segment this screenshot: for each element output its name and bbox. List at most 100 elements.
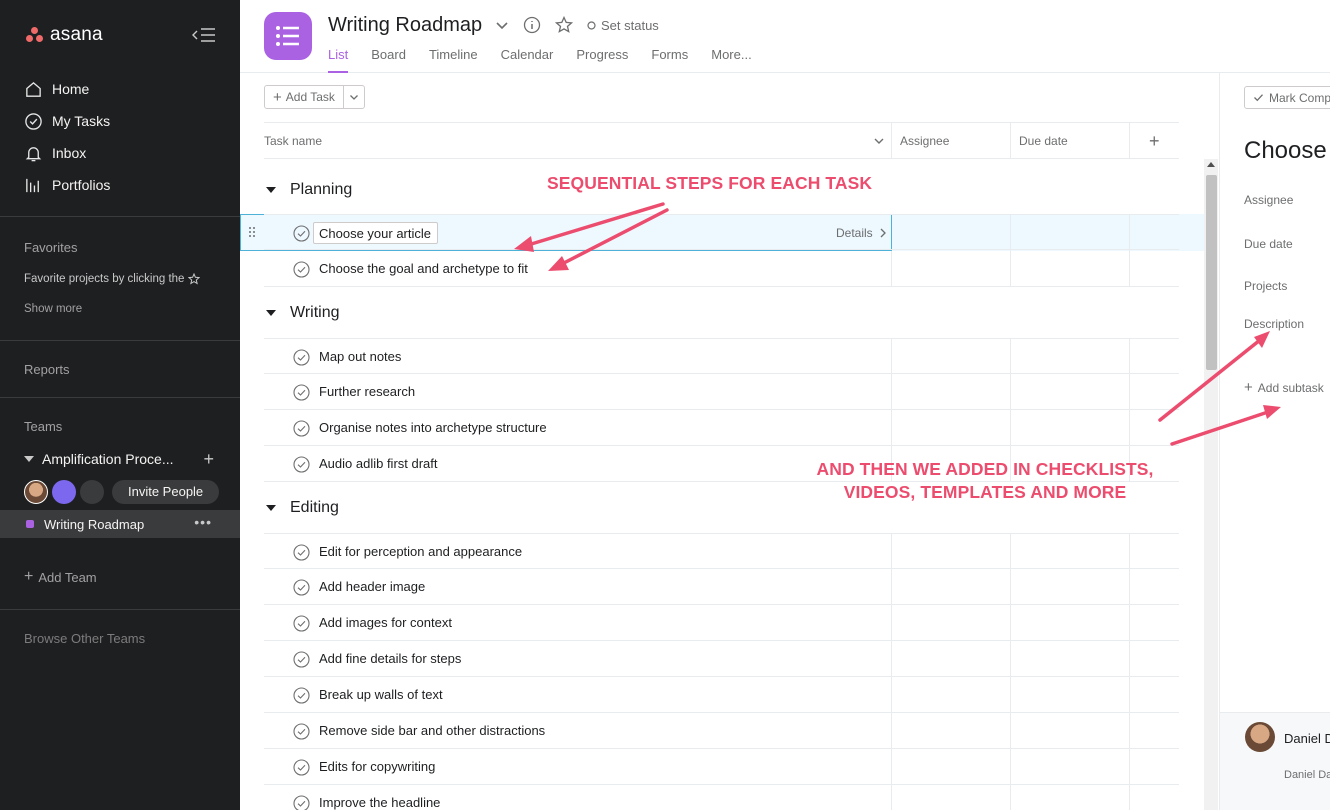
set-status-label: Set status <box>601 17 659 33</box>
sidebar-item-reports[interactable]: Reports <box>24 362 70 377</box>
complete-check-icon[interactable] <box>293 225 310 242</box>
asana-logo-icon <box>26 27 44 43</box>
set-status-button[interactable]: Set status <box>587 18 659 33</box>
add-task-dropdown[interactable] <box>344 86 364 108</box>
more-options-icon[interactable]: ••• <box>194 514 212 530</box>
task-name[interactable]: Add images for context <box>319 615 452 630</box>
tab-more[interactable]: More... <box>711 47 751 73</box>
tab-timeline[interactable]: Timeline <box>429 47 478 73</box>
task-name[interactable]: Map out notes <box>319 349 401 364</box>
sidebar-item-label: My Tasks <box>52 113 111 129</box>
scroll-up-icon[interactable] <box>1207 162 1215 167</box>
complete-check-icon[interactable] <box>293 349 310 366</box>
collapse-sidebar-icon[interactable] <box>191 26 217 44</box>
tab-calendar[interactable]: Calendar <box>501 47 554 73</box>
table-row[interactable]: Break up walls of text <box>264 677 1179 713</box>
task-name[interactable]: Edit for perception and appearance <box>319 544 522 559</box>
tab-progress[interactable]: Progress <box>576 47 628 73</box>
complete-check-icon[interactable] <box>293 651 310 668</box>
table-row[interactable]: Map out notes <box>264 338 1179 374</box>
section-header[interactable]: Planning <box>266 181 352 199</box>
table-row[interactable]: Choose the goal and archetype to fit <box>264 251 1179 287</box>
section-header[interactable]: Editing <box>266 499 339 517</box>
due-date-label: Due date <box>1244 237 1293 251</box>
tab-forms[interactable]: Forms <box>651 47 688 73</box>
task-name[interactable]: Remove side bar and other distractions <box>319 723 545 738</box>
star-icon <box>188 273 201 285</box>
section-header[interactable]: Writing <box>266 304 340 322</box>
add-team-button[interactable]: + Add Team <box>24 568 97 586</box>
table-row[interactable]: Edits for copywriting <box>264 749 1179 785</box>
scrollbar-thumb[interactable] <box>1206 175 1217 370</box>
add-task-button[interactable]: + Add Task <box>265 86 344 108</box>
table-row[interactable]: Remove side bar and other distractions <box>264 713 1179 749</box>
complete-check-icon[interactable] <box>293 795 310 810</box>
add-team-label: Add Team <box>38 569 97 585</box>
sidebar-item-portfolios[interactable]: Portfolios <box>24 175 110 195</box>
mark-complete-label: Mark Comp <box>1269 90 1330 105</box>
table-row[interactable]: Further research <box>264 374 1179 410</box>
table-row[interactable]: Add header image <box>264 569 1179 605</box>
asana-logo[interactable]: asana <box>26 24 103 46</box>
team-item[interactable]: Amplification Proce... + <box>24 449 214 470</box>
avatar[interactable] <box>24 480 48 504</box>
task-name[interactable]: Edits for copywriting <box>319 759 435 774</box>
task-name[interactable]: Organise notes into archetype structure <box>319 420 547 435</box>
table-row[interactable]: Edit for perception and appearance <box>264 533 1179 569</box>
caret-down-icon <box>266 187 276 193</box>
sidebar-item-home[interactable]: Home <box>24 79 89 99</box>
task-name[interactable]: Choose the goal and archetype to fit <box>319 261 528 276</box>
table-row[interactable]: Organise notes into archetype structure <box>264 410 1179 446</box>
tab-board[interactable]: Board <box>371 47 406 73</box>
column-due-date[interactable]: Due date <box>1019 123 1068 159</box>
column-assignee[interactable]: Assignee <box>900 123 949 159</box>
sidebar-item-writing-roadmap[interactable]: Writing Roadmap ••• <box>0 510 240 538</box>
table-row[interactable]: Add fine details for steps <box>264 641 1179 677</box>
chevron-down-icon[interactable] <box>873 135 885 147</box>
complete-check-icon[interactable] <box>293 261 310 278</box>
task-name[interactable]: Add fine details for steps <box>319 651 461 666</box>
complete-check-icon[interactable] <box>293 456 310 473</box>
page-title: Writing Roadmap <box>328 14 483 36</box>
task-name[interactable]: Further research <box>319 384 415 399</box>
task-name[interactable]: Break up walls of text <box>319 687 443 702</box>
task-name[interactable]: Add header image <box>319 579 425 594</box>
complete-check-icon[interactable] <box>293 759 310 776</box>
add-column-icon[interactable]: + <box>1149 123 1160 159</box>
add-subtask-button[interactable]: + Add subtask <box>1244 380 1324 395</box>
complete-check-icon[interactable] <box>293 615 310 632</box>
avatar[interactable] <box>52 480 76 504</box>
complete-check-icon[interactable] <box>293 420 310 437</box>
bell-icon <box>25 146 42 161</box>
browse-teams-link[interactable]: Browse Other Teams <box>24 631 145 646</box>
complete-check-icon[interactable] <box>293 384 310 401</box>
avatar[interactable] <box>80 480 104 504</box>
details-label: Details <box>836 226 873 240</box>
sidebar-item-inbox[interactable]: Inbox <box>24 143 86 163</box>
task-name[interactable]: Improve the headline <box>319 795 440 810</box>
table-row[interactable]: Add images for context <box>264 605 1179 641</box>
teams-label: Teams <box>24 419 63 434</box>
complete-check-icon[interactable] <box>293 579 310 596</box>
add-project-icon[interactable]: + <box>203 449 214 470</box>
star-icon[interactable] <box>555 16 573 34</box>
invite-people-button[interactable]: Invite People <box>112 480 220 504</box>
table-row[interactable]: Improve the headline <box>264 785 1179 810</box>
task-name[interactable]: Choose your article <box>319 226 431 241</box>
complete-check-icon[interactable] <box>293 687 310 704</box>
show-more-link[interactable]: Show more <box>24 303 82 315</box>
column-task-name[interactable]: Task name <box>264 123 322 159</box>
details-button[interactable]: Details <box>836 226 887 240</box>
sidebar-item-my-tasks[interactable]: My Tasks <box>24 111 110 131</box>
mark-complete-button[interactable]: Mark Comp <box>1244 86 1330 109</box>
chevron-down-icon[interactable] <box>495 18 509 32</box>
avatar[interactable] <box>1245 722 1275 752</box>
tab-list[interactable]: List <box>328 47 349 73</box>
task-name[interactable]: Audio adlib first draft <box>319 456 438 471</box>
plus-icon: + <box>24 568 34 585</box>
complete-check-icon[interactable] <box>293 723 310 740</box>
task-title[interactable]: Choose <box>1244 137 1327 165</box>
info-icon[interactable] <box>523 16 541 34</box>
divider <box>891 251 892 287</box>
complete-check-icon[interactable] <box>293 544 310 561</box>
